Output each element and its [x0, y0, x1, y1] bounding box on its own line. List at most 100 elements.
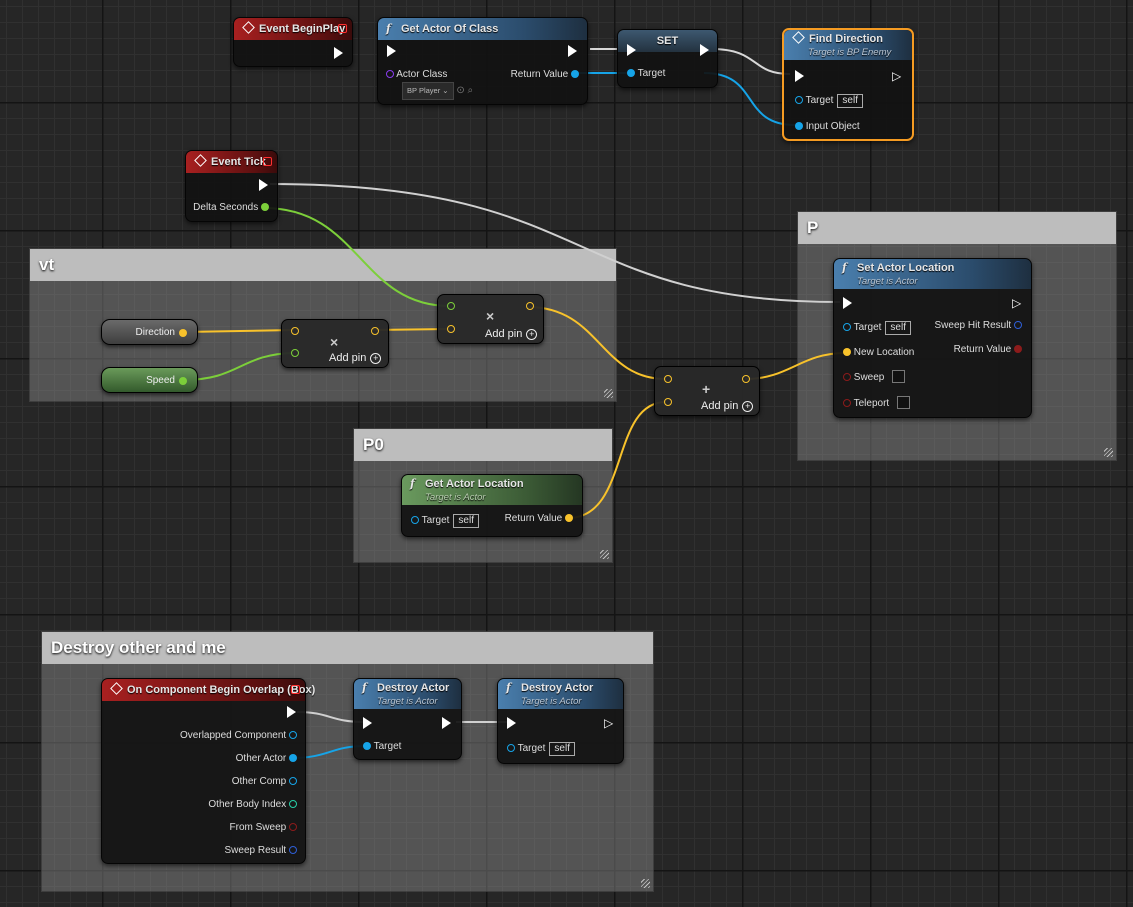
float-pin-dot[interactable]	[291, 349, 299, 357]
exec-out-pin[interactable]	[700, 44, 709, 56]
direction-variable[interactable]: Direction	[101, 319, 198, 345]
float-pin-dot[interactable]	[179, 377, 187, 385]
class-pin-dot[interactable]	[386, 70, 394, 78]
float-pin-dot[interactable]	[447, 302, 455, 310]
from-sweep-pin[interactable]: From Sweep	[230, 821, 297, 835]
vector-pin-dot[interactable]	[664, 375, 672, 383]
object-pin-dot[interactable]	[795, 96, 803, 104]
actor-class-pin[interactable]: Actor Class	[386, 68, 447, 82]
class-dropdown[interactable]: BP Player ⌄	[402, 82, 454, 100]
target-pin[interactable]: Target self	[843, 321, 911, 335]
other-comp-pin[interactable]: Other Comp	[232, 775, 297, 789]
overlapped-component-pin[interactable]: Overlapped Component	[180, 729, 297, 743]
exec-in-pin[interactable]	[387, 45, 396, 57]
node-find-direction[interactable]: Find Direction Target is BP Enemy ▷ Targe…	[782, 28, 914, 141]
float-pin-dot[interactable]	[261, 203, 269, 211]
exec-out-pin[interactable]	[259, 179, 268, 191]
vector-pin-dot[interactable]	[447, 325, 455, 333]
vector-pin-dot[interactable]	[565, 514, 573, 522]
object-pin-dot[interactable]	[571, 70, 579, 78]
browse-icon[interactable]: ⊙ ⌕	[456, 85, 473, 96]
exec-out-pin[interactable]	[442, 717, 451, 729]
exec-in-pin[interactable]	[843, 297, 852, 309]
self-field[interactable]: self	[885, 321, 911, 335]
self-field[interactable]: self	[453, 514, 479, 528]
teleport-pin[interactable]: Teleport	[843, 396, 911, 411]
resize-handle[interactable]	[600, 550, 609, 559]
exec-out-pin[interactable]	[287, 706, 296, 718]
vector-pin-dot[interactable]	[371, 327, 379, 335]
node-get-actor-of-class[interactable]: f Get Actor Of Class Actor Class BP Playe…	[377, 17, 588, 105]
object-pin-dot[interactable]	[411, 516, 419, 524]
struct-pin-dot[interactable]	[1014, 321, 1022, 329]
struct-pin-dot[interactable]	[289, 846, 297, 854]
vector-pin-dot[interactable]	[179, 329, 187, 337]
exec-in-pin[interactable]	[363, 717, 372, 729]
speed-variable[interactable]: Speed	[101, 367, 198, 393]
exec-in-pin[interactable]	[507, 717, 516, 729]
comment-title[interactable]: vt	[30, 249, 616, 281]
sweep-result-pin[interactable]: Sweep Result	[225, 844, 297, 858]
target-pin[interactable]: Target	[627, 67, 665, 81]
resize-handle[interactable]	[1104, 448, 1113, 457]
node-set-actor-location[interactable]: f Set Actor Location Target is Actor ▷ Tar…	[833, 258, 1032, 418]
vector-pin-dot[interactable]	[664, 398, 672, 406]
object-pin-dot[interactable]	[507, 744, 515, 752]
add-pin-button[interactable]: Add pin +	[485, 328, 538, 340]
self-field[interactable]: self	[837, 94, 863, 108]
int-pin-dot[interactable]	[289, 800, 297, 808]
return-value-pin[interactable]: Return Value	[505, 512, 573, 526]
target-pin[interactable]: Target self	[795, 94, 863, 108]
teleport-checkbox[interactable]	[897, 396, 911, 409]
comment-title[interactable]: P0	[354, 429, 612, 461]
comment-title[interactable]: Destroy other and me	[42, 632, 653, 664]
new-location-pin[interactable]: New Location	[843, 346, 914, 360]
object-pin-dot[interactable]	[795, 122, 803, 130]
multiply-node[interactable]: × Add pin +	[437, 294, 544, 344]
bool-pin-dot[interactable]	[843, 373, 851, 381]
bool-pin-dot[interactable]	[1014, 345, 1022, 353]
multiply-node[interactable]: × Add pin +	[281, 319, 389, 368]
target-pin[interactable]: Target self	[411, 514, 479, 528]
sweep-pin[interactable]: Sweep	[843, 370, 906, 385]
exec-out-pin[interactable]: ▷	[1012, 296, 1021, 310]
exec-out-pin[interactable]	[334, 47, 343, 59]
add-node[interactable]: + Add pin +	[654, 366, 760, 416]
node-event-tick[interactable]: Event Tick Delta Seconds	[185, 150, 278, 222]
add-pin-button[interactable]: Add pin +	[701, 400, 754, 412]
vector-pin-dot[interactable]	[843, 348, 851, 356]
sweep-checkbox[interactable]	[892, 370, 906, 383]
bool-pin-dot[interactable]	[843, 399, 851, 407]
node-on-component-begin-overlap[interactable]: On Component Begin Overlap (Box) Overlap…	[101, 678, 315, 864]
return-value-pin[interactable]: Return Value	[511, 68, 579, 82]
input-object-pin[interactable]: Input Object	[795, 120, 860, 134]
node-get-actor-location[interactable]: f Get Actor Location Target is Actor Targe…	[401, 474, 583, 537]
node-set[interactable]: SET Target	[617, 29, 718, 88]
comment-title[interactable]: P	[798, 212, 1116, 244]
self-field[interactable]: self	[549, 742, 575, 756]
vector-pin-dot[interactable]	[291, 327, 299, 335]
object-pin-dot[interactable]	[289, 754, 297, 762]
exec-out-pin[interactable]: ▷	[892, 69, 901, 83]
object-pin-dot[interactable]	[627, 69, 635, 77]
delta-seconds-pin[interactable]: Delta Seconds	[193, 201, 269, 215]
return-value-pin[interactable]: Return Value	[954, 343, 1022, 357]
object-pin-dot[interactable]	[843, 323, 851, 331]
object-pin-dot[interactable]	[289, 731, 297, 739]
bool-pin-dot[interactable]	[289, 823, 297, 831]
node-destroy-actor[interactable]: f Destroy Actor Target is Actor Target	[353, 678, 462, 760]
vector-pin-dot[interactable]	[526, 302, 534, 310]
object-pin-dot[interactable]	[363, 742, 371, 750]
node-event-begin-play[interactable]: Event BeginPlay	[233, 17, 353, 67]
target-pin[interactable]: Target	[363, 740, 401, 754]
vector-pin-dot[interactable]	[742, 375, 750, 383]
target-pin[interactable]: Target self	[507, 742, 575, 756]
node-destroy-actor[interactable]: f Destroy Actor Target is Actor ▷ Target se…	[497, 678, 624, 764]
sweep-hit-result-pin[interactable]: Sweep Hit Result	[935, 319, 1022, 333]
other-actor-pin[interactable]: Other Actor	[236, 752, 297, 766]
class-select[interactable]: BP Player ⌄ ⊙ ⌕	[402, 82, 473, 100]
exec-out-pin[interactable]: ▷	[604, 716, 613, 730]
resize-handle[interactable]	[641, 879, 650, 888]
object-pin-dot[interactable]	[289, 777, 297, 785]
exec-out-pin[interactable]	[568, 45, 577, 57]
